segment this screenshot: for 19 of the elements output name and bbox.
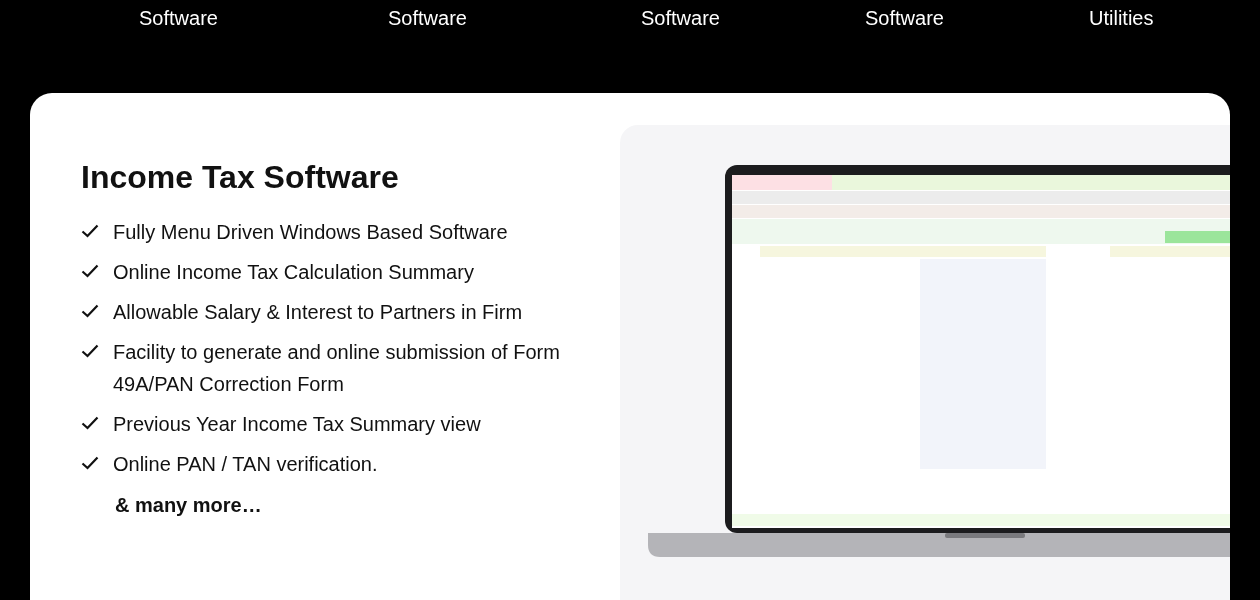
feature-text: Online PAN / TAN verification.: [113, 452, 379, 477]
check-icon: [81, 304, 99, 318]
feature-text: Facility to generate and online submission of Form 49A/PAN Correction Form: [113, 340, 561, 397]
check-icon: [81, 456, 99, 470]
nav-link[interactable]: Software: [865, 5, 1089, 31]
nav-link[interactable]: Software: [139, 5, 388, 31]
more-text: & many more…: [115, 494, 263, 517]
nav-link[interactable]: Software: [641, 5, 865, 31]
nav-link[interactable]: Software: [388, 5, 641, 31]
check-icon: [81, 416, 99, 430]
check-icon: [81, 264, 99, 278]
check-icon: [81, 224, 99, 238]
check-icon: [81, 344, 99, 358]
section-heading: Income Tax Software: [81, 159, 400, 196]
feature-text: Fully Menu Driven Windows Based Software: [113, 220, 509, 245]
nav-link[interactable]: Utilities: [1089, 5, 1154, 31]
feature-text: Previous Year Income Tax Summary view: [113, 412, 482, 437]
feature-text: Allowable Salary & Interest to Partners in Firm: [113, 300, 524, 325]
feature-text: Online Income Tax Calculation Summary: [113, 260, 475, 285]
